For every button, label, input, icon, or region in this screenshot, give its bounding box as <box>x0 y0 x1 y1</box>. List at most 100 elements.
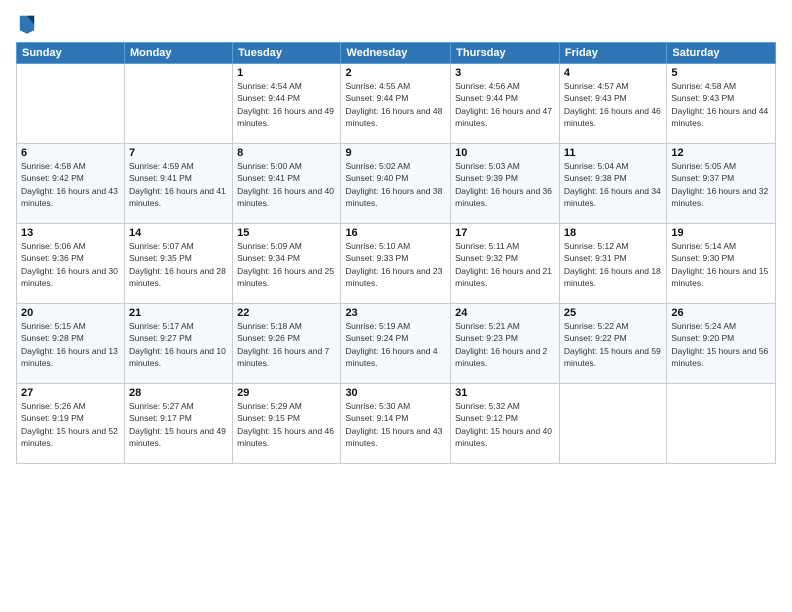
day-number: 29 <box>237 387 336 399</box>
calendar-cell: 24Sunrise: 5:21 AM Sunset: 9:23 PM Dayli… <box>451 304 560 384</box>
day-number: 10 <box>455 147 555 159</box>
day-info: Sunrise: 5:30 AM Sunset: 9:14 PM Dayligh… <box>345 400 446 449</box>
day-number: 24 <box>455 307 555 319</box>
calendar-cell: 7Sunrise: 4:59 AM Sunset: 9:41 PM Daylig… <box>124 144 232 224</box>
calendar-cell: 4Sunrise: 4:57 AM Sunset: 9:43 PM Daylig… <box>559 64 666 144</box>
calendar-cell: 16Sunrise: 5:10 AM Sunset: 9:33 PM Dayli… <box>341 224 451 304</box>
day-number: 4 <box>564 67 662 79</box>
calendar-cell: 19Sunrise: 5:14 AM Sunset: 9:30 PM Dayli… <box>667 224 776 304</box>
day-number: 16 <box>345 227 446 239</box>
calendar-week-4: 20Sunrise: 5:15 AM Sunset: 9:28 PM Dayli… <box>17 304 776 384</box>
calendar-cell: 21Sunrise: 5:17 AM Sunset: 9:27 PM Dayli… <box>124 304 232 384</box>
calendar-cell: 12Sunrise: 5:05 AM Sunset: 9:37 PM Dayli… <box>667 144 776 224</box>
day-info: Sunrise: 5:32 AM Sunset: 9:12 PM Dayligh… <box>455 400 555 449</box>
calendar-cell: 17Sunrise: 5:11 AM Sunset: 9:32 PM Dayli… <box>451 224 560 304</box>
calendar-cell: 8Sunrise: 5:00 AM Sunset: 9:41 PM Daylig… <box>233 144 341 224</box>
day-header-sunday: Sunday <box>17 43 125 64</box>
header <box>16 12 776 34</box>
day-info: Sunrise: 4:58 AM Sunset: 9:43 PM Dayligh… <box>671 80 771 129</box>
day-header-thursday: Thursday <box>451 43 560 64</box>
day-info: Sunrise: 5:14 AM Sunset: 9:30 PM Dayligh… <box>671 240 771 289</box>
day-number: 15 <box>237 227 336 239</box>
day-info: Sunrise: 4:55 AM Sunset: 9:44 PM Dayligh… <box>345 80 446 129</box>
day-number: 8 <box>237 147 336 159</box>
calendar-cell: 25Sunrise: 5:22 AM Sunset: 9:22 PM Dayli… <box>559 304 666 384</box>
day-info: Sunrise: 5:06 AM Sunset: 9:36 PM Dayligh… <box>21 240 120 289</box>
calendar-cell <box>17 64 125 144</box>
day-info: Sunrise: 5:10 AM Sunset: 9:33 PM Dayligh… <box>345 240 446 289</box>
day-header-tuesday: Tuesday <box>233 43 341 64</box>
day-number: 1 <box>237 67 336 79</box>
day-info: Sunrise: 5:21 AM Sunset: 9:23 PM Dayligh… <box>455 320 555 369</box>
day-number: 30 <box>345 387 446 399</box>
calendar-week-1: 1Sunrise: 4:54 AM Sunset: 9:44 PM Daylig… <box>17 64 776 144</box>
day-info: Sunrise: 4:56 AM Sunset: 9:44 PM Dayligh… <box>455 80 555 129</box>
calendar-week-2: 6Sunrise: 4:58 AM Sunset: 9:42 PM Daylig… <box>17 144 776 224</box>
day-number: 20 <box>21 307 120 319</box>
calendar-cell: 31Sunrise: 5:32 AM Sunset: 9:12 PM Dayli… <box>451 384 560 464</box>
day-info: Sunrise: 5:02 AM Sunset: 9:40 PM Dayligh… <box>345 160 446 209</box>
day-info: Sunrise: 5:12 AM Sunset: 9:31 PM Dayligh… <box>564 240 662 289</box>
day-number: 18 <box>564 227 662 239</box>
day-info: Sunrise: 4:54 AM Sunset: 9:44 PM Dayligh… <box>237 80 336 129</box>
day-info: Sunrise: 5:17 AM Sunset: 9:27 PM Dayligh… <box>129 320 228 369</box>
calendar-cell: 13Sunrise: 5:06 AM Sunset: 9:36 PM Dayli… <box>17 224 125 304</box>
day-number: 17 <box>455 227 555 239</box>
day-number: 11 <box>564 147 662 159</box>
day-info: Sunrise: 5:24 AM Sunset: 9:20 PM Dayligh… <box>671 320 771 369</box>
day-number: 28 <box>129 387 228 399</box>
calendar-cell <box>559 384 666 464</box>
calendar-week-5: 27Sunrise: 5:26 AM Sunset: 9:19 PM Dayli… <box>17 384 776 464</box>
day-number: 25 <box>564 307 662 319</box>
day-number: 5 <box>671 67 771 79</box>
calendar-week-3: 13Sunrise: 5:06 AM Sunset: 9:36 PM Dayli… <box>17 224 776 304</box>
day-number: 7 <box>129 147 228 159</box>
day-info: Sunrise: 5:15 AM Sunset: 9:28 PM Dayligh… <box>21 320 120 369</box>
calendar-cell: 10Sunrise: 5:03 AM Sunset: 9:39 PM Dayli… <box>451 144 560 224</box>
day-info: Sunrise: 4:57 AM Sunset: 9:43 PM Dayligh… <box>564 80 662 129</box>
day-info: Sunrise: 5:27 AM Sunset: 9:17 PM Dayligh… <box>129 400 228 449</box>
calendar-header-row: SundayMondayTuesdayWednesdayThursdayFrid… <box>17 43 776 64</box>
day-header-wednesday: Wednesday <box>341 43 451 64</box>
calendar-cell: 23Sunrise: 5:19 AM Sunset: 9:24 PM Dayli… <box>341 304 451 384</box>
calendar-cell: 30Sunrise: 5:30 AM Sunset: 9:14 PM Dayli… <box>341 384 451 464</box>
day-number: 23 <box>345 307 446 319</box>
day-number: 3 <box>455 67 555 79</box>
calendar-cell: 6Sunrise: 4:58 AM Sunset: 9:42 PM Daylig… <box>17 144 125 224</box>
day-info: Sunrise: 5:04 AM Sunset: 9:38 PM Dayligh… <box>564 160 662 209</box>
day-number: 9 <box>345 147 446 159</box>
day-info: Sunrise: 5:22 AM Sunset: 9:22 PM Dayligh… <box>564 320 662 369</box>
day-number: 6 <box>21 147 120 159</box>
calendar-cell: 18Sunrise: 5:12 AM Sunset: 9:31 PM Dayli… <box>559 224 666 304</box>
calendar-cell: 28Sunrise: 5:27 AM Sunset: 9:17 PM Dayli… <box>124 384 232 464</box>
calendar-cell: 20Sunrise: 5:15 AM Sunset: 9:28 PM Dayli… <box>17 304 125 384</box>
calendar: SundayMondayTuesdayWednesdayThursdayFrid… <box>16 42 776 464</box>
calendar-cell <box>667 384 776 464</box>
logo <box>16 12 36 34</box>
day-number: 22 <box>237 307 336 319</box>
day-number: 19 <box>671 227 771 239</box>
day-number: 13 <box>21 227 120 239</box>
day-header-saturday: Saturday <box>667 43 776 64</box>
day-number: 26 <box>671 307 771 319</box>
logo-icon <box>18 12 36 34</box>
day-info: Sunrise: 5:09 AM Sunset: 9:34 PM Dayligh… <box>237 240 336 289</box>
day-info: Sunrise: 5:05 AM Sunset: 9:37 PM Dayligh… <box>671 160 771 209</box>
day-info: Sunrise: 4:58 AM Sunset: 9:42 PM Dayligh… <box>21 160 120 209</box>
day-header-friday: Friday <box>559 43 666 64</box>
day-header-monday: Monday <box>124 43 232 64</box>
day-info: Sunrise: 5:07 AM Sunset: 9:35 PM Dayligh… <box>129 240 228 289</box>
day-info: Sunrise: 5:03 AM Sunset: 9:39 PM Dayligh… <box>455 160 555 209</box>
calendar-cell: 11Sunrise: 5:04 AM Sunset: 9:38 PM Dayli… <box>559 144 666 224</box>
day-info: Sunrise: 5:26 AM Sunset: 9:19 PM Dayligh… <box>21 400 120 449</box>
calendar-cell: 14Sunrise: 5:07 AM Sunset: 9:35 PM Dayli… <box>124 224 232 304</box>
day-number: 12 <box>671 147 771 159</box>
day-number: 14 <box>129 227 228 239</box>
calendar-cell <box>124 64 232 144</box>
calendar-cell: 27Sunrise: 5:26 AM Sunset: 9:19 PM Dayli… <box>17 384 125 464</box>
day-info: Sunrise: 4:59 AM Sunset: 9:41 PM Dayligh… <box>129 160 228 209</box>
calendar-cell: 9Sunrise: 5:02 AM Sunset: 9:40 PM Daylig… <box>341 144 451 224</box>
calendar-cell: 3Sunrise: 4:56 AM Sunset: 9:44 PM Daylig… <box>451 64 560 144</box>
calendar-cell: 15Sunrise: 5:09 AM Sunset: 9:34 PM Dayli… <box>233 224 341 304</box>
day-info: Sunrise: 5:00 AM Sunset: 9:41 PM Dayligh… <box>237 160 336 209</box>
